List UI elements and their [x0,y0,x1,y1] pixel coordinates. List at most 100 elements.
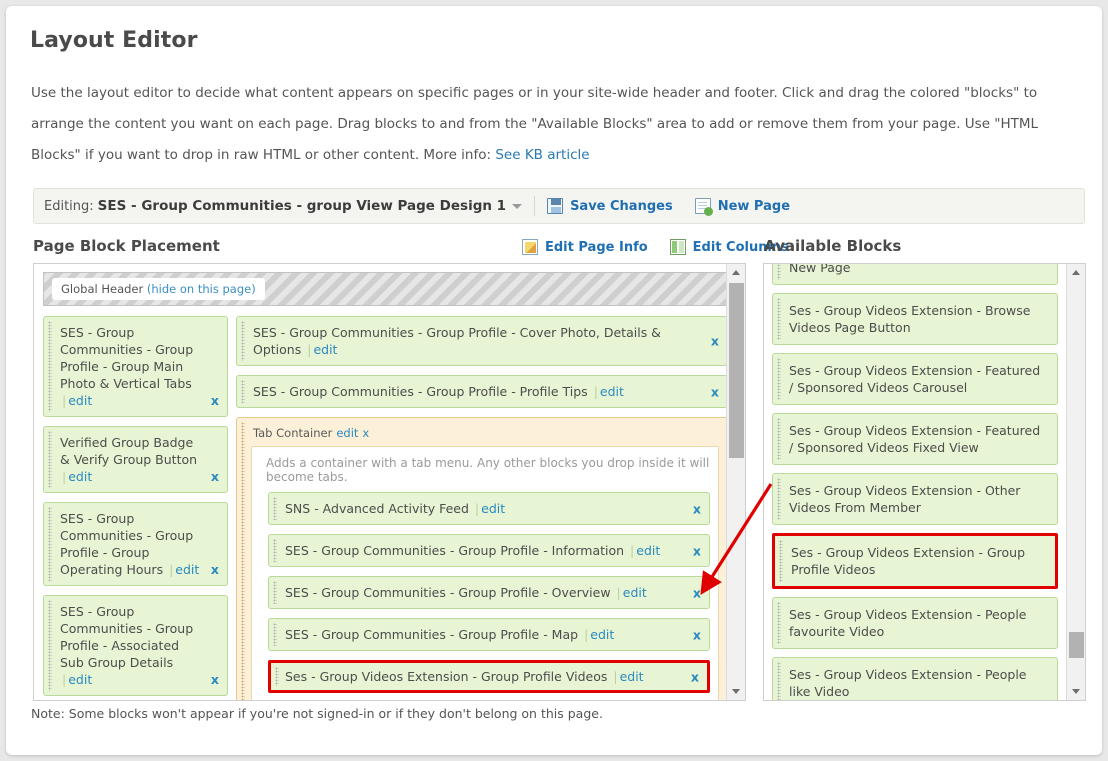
global-header-label: Global Header [61,282,144,296]
layout-block[interactable]: Verified Group Badge & Verify Group Butt… [43,426,228,493]
block-title: Ses - Group Videos Extension - Group Pro… [285,669,608,684]
block-edit-link[interactable]: edit [68,469,92,484]
layout-block[interactable]: Ses - Group Videos Extension - Other Vid… [772,473,1058,525]
available-blocks-heading: Available Blocks [764,237,902,255]
scroll-up-arrow[interactable] [727,264,745,281]
hide-on-this-page-link[interactable]: (hide on this page) [147,282,256,296]
save-changes-label: Save Changes [570,198,673,214]
block-remove-button[interactable]: x [211,468,219,485]
layout-block[interactable]: Ses - Group Videos Extension - Group Pro… [772,533,1058,589]
block-remove-button[interactable]: x [211,561,219,578]
current-page-name[interactable]: SES - Group Communities - group View Pag… [98,198,506,214]
page-title: Layout Editor [30,28,198,53]
scrollbar-thumb[interactable] [729,283,744,458]
tab-container-remove-link[interactable]: x [362,426,369,440]
layout-block[interactable]: SES - Group Communities - Group Profile … [43,502,228,586]
layout-block[interactable]: Ses - Group Videos Extension - Group Pro… [268,660,710,693]
block-remove-button[interactable]: x [693,626,701,643]
edit-page-info-button[interactable]: Edit Page Info [522,239,648,255]
footer-note: Note: Some blocks won't appear if you're… [31,706,603,721]
layout-block[interactable]: Ses - Group Videos Extension - People fa… [772,597,1058,649]
editing-toolbar: Editing: SES - Group Communities - group… [33,188,1085,224]
save-icon [547,198,564,214]
block-title: Ses - Group Videos Extension - Featured … [789,423,1041,455]
block-edit-link[interactable]: edit [590,627,614,642]
block-title: Verified Group Badge & Verify Group Butt… [60,435,198,467]
layout-block[interactable]: Ses - Group Videos Extension - People li… [772,657,1058,700]
block-separator: | [62,469,67,484]
layout-editor-card: Layout Editor Use the layout editor to d… [6,6,1102,755]
block-edit-link[interactable]: edit [623,585,647,600]
new-page-button[interactable]: New Page [694,198,791,216]
block-title: Ses - Group Videos Extension - Other Vid… [789,483,1021,515]
layout-block[interactable]: SNS - Advanced Activity Feed | edit x [268,492,710,525]
scroll-up-arrow[interactable] [1067,264,1085,281]
layout-block[interactable]: SES - Group Communities - Group Profile … [268,576,710,609]
block-edit-link[interactable]: edit [68,393,92,408]
layout-block[interactable]: SES - Group Communities - Group Profile … [43,316,228,417]
scroll-down-arrow[interactable] [1067,683,1085,700]
layout-block[interactable]: SES - Group Communities - Group Profile … [236,316,728,366]
block-title: Ses - Group Videos Extension - Browse Vi… [789,303,1031,335]
available-scrollbar[interactable] [1066,264,1085,700]
left-column: SES - Group Communities - Group Profile … [43,316,228,700]
block-remove-button[interactable]: x [211,392,219,409]
available-blocks-panel: New Page Ses - Group Videos Extension - B… [763,263,1086,701]
block-remove-button[interactable]: x [693,584,701,601]
layout-block[interactable]: SES - Group Communities - Group Profile … [236,375,728,408]
block-separator: | [613,669,618,684]
columns-icon [669,239,686,255]
chevron-down-icon[interactable] [512,203,523,209]
block-edit-link[interactable]: edit [600,384,624,399]
block-edit-link[interactable]: edit [620,669,644,684]
page-block-placement-panel: Global Header (hide on this page) SES - … [33,263,746,701]
tab-container-body: Adds a container with a tab menu. Any ot… [251,446,719,700]
tab-container-block[interactable]: Tab Container edit x Adds a container with … [236,417,728,700]
block-title: SES - Group Communities - Group Profile … [285,543,625,558]
block-remove-button[interactable]: x [693,500,701,517]
placement-scrollbar[interactable] [726,264,745,700]
block-separator: | [62,672,67,687]
layout-block[interactable]: Ses - Group Videos Extension - Featured … [772,413,1058,465]
kb-article-link[interactable]: See KB article [495,147,589,163]
block-edit-link[interactable]: edit [313,342,337,357]
layout-block[interactable]: SES - Group Communities - Group Profile … [268,618,710,651]
block-edit-link[interactable]: edit [636,543,660,558]
scrollbar-thumb[interactable] [1069,632,1084,658]
edit-page-info-label: Edit Page Info [545,239,648,255]
block-title: Ses - Group Videos Extension - People fa… [789,607,1027,639]
block-title: Ses - Group Videos Extension - Group Pro… [791,545,1026,577]
block-remove-button[interactable]: x [693,542,701,559]
block-title: SNS - Advanced Activity Feed [285,501,469,516]
block-separator: | [474,501,480,516]
scroll-down-arrow[interactable] [727,683,745,700]
block-remove-button[interactable]: x [711,383,719,400]
global-header-pill: Global Header (hide on this page) [52,278,265,300]
main-column: SES - Group Communities - Group Profile … [236,316,728,700]
layout-block[interactable]: SES - Group Communities - Group Profile … [43,595,228,696]
block-edit-link[interactable]: edit [175,562,199,577]
intro-paragraph: Use the layout editor to decide what con… [31,78,1086,171]
tab-container-edit-link[interactable]: edit [336,426,358,440]
block-edit-link[interactable]: edit [481,501,505,516]
placement-heading: Page Block Placement [33,237,220,255]
block-separator: | [616,585,621,600]
block-remove-button[interactable]: x [211,671,219,688]
available-blocks-list: New Page Ses - Group Videos Extension - B… [772,264,1058,700]
toolbar-divider [534,196,536,216]
save-changes-button[interactable]: Save Changes [547,198,673,214]
tab-container-header: Tab Container edit x [253,426,719,440]
block-edit-link[interactable]: edit [68,672,92,687]
tab-container-description: Adds a container with a tab menu. Any ot… [266,456,710,484]
layout-block[interactable]: Ses - Group Videos Extension - Featured … [772,353,1058,405]
block-remove-button[interactable]: x [711,333,719,350]
new-page-label: New Page [717,198,791,214]
new-page-icon [694,198,713,216]
layout-block[interactable]: SES - Group Communities - Group Profile … [268,534,710,567]
block-title: SES - Group Communities - Group Profile … [60,325,194,391]
editing-label: Editing: [44,198,94,214]
layout-block[interactable]: Ses - Group Videos Extension - Browse Vi… [772,293,1058,345]
block-remove-button[interactable]: x [691,668,699,685]
layout-block[interactable]: New Page [772,264,1058,285]
pencil-icon [522,239,538,255]
